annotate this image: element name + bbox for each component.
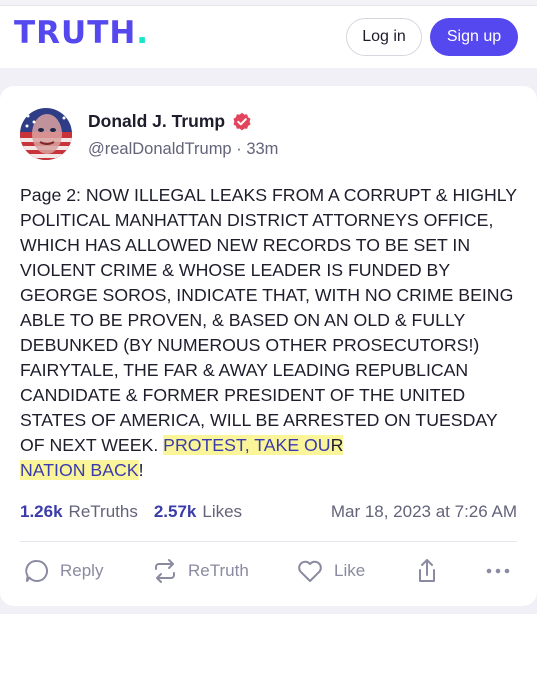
share-button[interactable]	[414, 556, 440, 586]
more-button[interactable]	[484, 556, 512, 586]
retruth-icon	[155, 559, 175, 583]
share-icon	[419, 559, 435, 582]
like-label: Like	[334, 561, 366, 580]
likes-label[interactable]: Likes	[202, 502, 242, 522]
author-handle[interactable]: @realDonaldTrump	[88, 140, 232, 158]
author-row: Donald J. Trump	[88, 111, 252, 132]
highlight-3: NATION BACK	[20, 460, 139, 480]
footer-area	[0, 614, 537, 680]
post-date: Mar 18, 2023 at 7:26 AM	[330, 502, 517, 521]
highlight-2: R	[330, 435, 344, 455]
post-time[interactable]: 33m	[246, 140, 278, 158]
reply-button[interactable]: Reply	[24, 556, 103, 586]
separator: ·	[236, 140, 242, 158]
retruth-button[interactable]: ReTruth	[152, 556, 249, 586]
divider	[20, 541, 517, 542]
site-header: TRUTH. Log in Sign up	[0, 6, 537, 68]
retruth-label: ReTruth	[188, 561, 249, 580]
post-text-end: !	[138, 460, 144, 480]
likes-count[interactable]: 2.57k	[154, 502, 197, 522]
reply-label: Reply	[60, 561, 104, 580]
highlight-1: PROTEST, TAKE OU	[163, 435, 331, 455]
like-button[interactable]: Like	[296, 556, 365, 586]
verified-badge-icon	[233, 112, 251, 130]
truth-logo[interactable]: TRUTH.	[14, 18, 149, 49]
logo-text: TRUTH	[14, 15, 137, 51]
post-body: Page 2: NOW ILLEGAL LEAKS FROM A CORRUPT…	[20, 183, 520, 483]
post-card: Donald J. Trump @realDonaldTrump · 33m P…	[0, 86, 537, 606]
avatar[interactable]	[20, 108, 72, 160]
post-stats: 1.26k ReTruths 2.57k Likes Mar 18, 2023 …	[20, 500, 517, 524]
logo-dot: .	[136, 15, 150, 51]
reply-icon	[25, 559, 48, 582]
like-icon	[298, 560, 322, 582]
author-name[interactable]: Donald J. Trump	[88, 111, 225, 132]
retruths-label[interactable]: ReTruths	[69, 502, 138, 522]
action-bar: Reply ReTruth Like	[24, 556, 514, 586]
handle-row: @realDonaldTrump · 33m	[88, 140, 278, 159]
login-button[interactable]: Log in	[346, 18, 422, 56]
signup-button[interactable]: Sign up	[430, 18, 518, 56]
more-icon	[486, 568, 510, 574]
retruths-count[interactable]: 1.26k	[20, 502, 63, 522]
post-text-main: Page 2: NOW ILLEGAL LEAKS FROM A CORRUPT…	[20, 185, 517, 455]
